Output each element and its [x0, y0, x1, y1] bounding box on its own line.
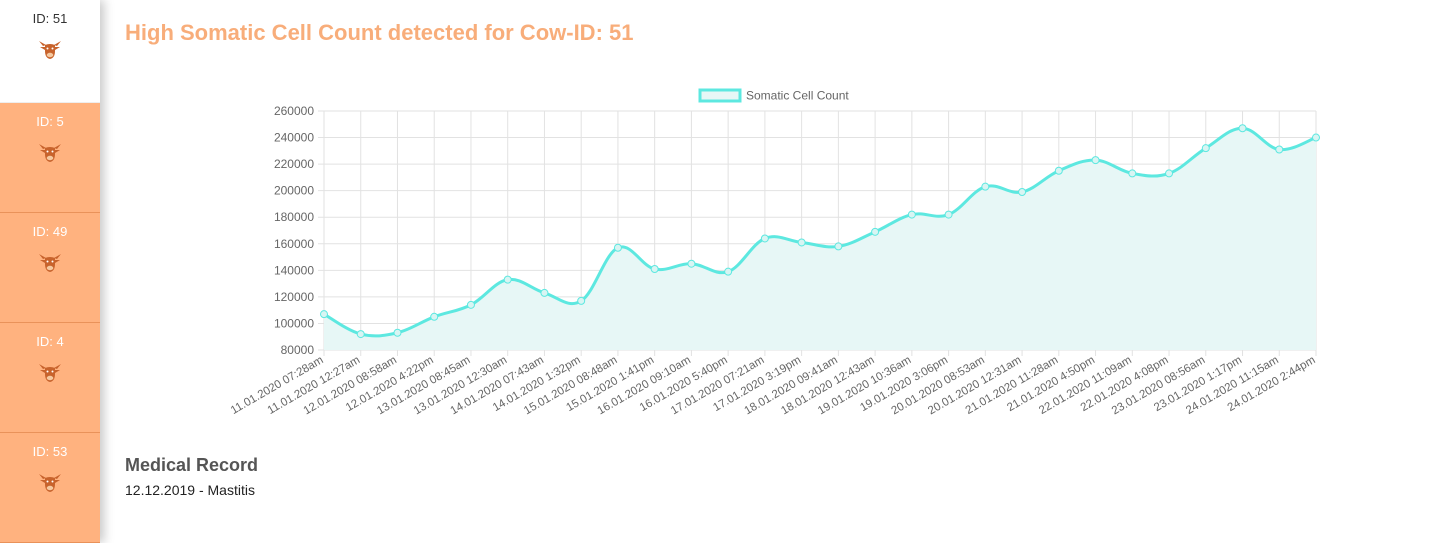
- data-point: [687, 259, 696, 268]
- y-tick-label: 200000: [274, 184, 314, 198]
- data-point: [503, 275, 512, 284]
- medical-record-heading: Medical Record: [125, 455, 259, 475]
- cow-head-icon: [38, 361, 62, 383]
- sidebar-item-label: ID: 4: [36, 334, 64, 349]
- data-point: [1165, 169, 1174, 178]
- y-tick-label: 220000: [274, 157, 314, 171]
- y-tick-label: 140000: [274, 263, 314, 277]
- y-tick-label: 180000: [274, 210, 314, 224]
- medical-record-entry: 12.12.2019 - Mastitis: [125, 482, 255, 498]
- cow-head-icon: [38, 38, 62, 60]
- data-point: [393, 328, 402, 337]
- sidebar-item-label: ID: 53: [32, 444, 68, 459]
- page-title: High Somatic Cell Count detected for Cow…: [125, 20, 634, 45]
- sidebar-item-cow-5[interactable]: ID: 5: [0, 103, 100, 213]
- sidebar-item-label: ID: 51: [32, 11, 68, 26]
- sidebar-item-cow-53[interactable]: ID: 53: [0, 433, 100, 543]
- data-point: [907, 210, 916, 219]
- data-point: [724, 267, 733, 276]
- data-point: [1275, 145, 1284, 154]
- somatic-cell-count-chart: 80000 100000 120000 140000 160000 180000 20000…: [229, 88, 1320, 417]
- y-tick-label: 100000: [274, 316, 314, 330]
- cow-head-icon: [38, 141, 62, 163]
- data-point: [944, 210, 953, 219]
- data-point: [834, 242, 843, 251]
- legend-swatch: [698, 88, 742, 103]
- data-point: [430, 312, 439, 321]
- y-tick-label: 120000: [274, 290, 314, 304]
- data-point: [1128, 169, 1137, 178]
- data-point: [613, 243, 622, 252]
- cow-head-icon: [38, 251, 62, 273]
- y-tick-label: 160000: [274, 237, 314, 251]
- data-point: [1201, 144, 1210, 153]
- data-point: [356, 330, 365, 339]
- data-point: [797, 238, 806, 247]
- data-point: [466, 300, 475, 309]
- sidebar-item-label: ID: 5: [36, 114, 64, 129]
- legend-label: Somatic Cell Count: [746, 89, 849, 103]
- y-tick-label: 260000: [274, 104, 314, 118]
- series-area-fill: [324, 128, 1316, 350]
- data-point: [871, 227, 880, 236]
- data-point: [577, 296, 586, 305]
- sidebar-item-label: ID: 49: [32, 224, 68, 239]
- cow-sidebar: ID: 51 ID: 5 ID: 49 ID: 4 ID: 53: [0, 0, 100, 543]
- y-tick-label: 80000: [281, 343, 315, 357]
- sidebar-item-cow-49[interactable]: ID: 49: [0, 213, 100, 323]
- data-point: [1054, 166, 1063, 175]
- data-point: [540, 288, 549, 297]
- data-point: [1018, 187, 1027, 196]
- sidebar-item-cow-51[interactable]: ID: 51: [0, 0, 100, 103]
- data-point: [320, 310, 328, 319]
- data-point: [760, 234, 769, 243]
- data-point: [1238, 124, 1247, 133]
- data-point: [1091, 156, 1100, 165]
- data-point: [981, 182, 990, 191]
- data-point: [650, 265, 659, 274]
- y-tick-label: 240000: [274, 131, 314, 145]
- cow-head-icon: [38, 471, 62, 493]
- data-point: [1312, 133, 1320, 142]
- sidebar-item-cow-4[interactable]: ID: 4: [0, 323, 100, 433]
